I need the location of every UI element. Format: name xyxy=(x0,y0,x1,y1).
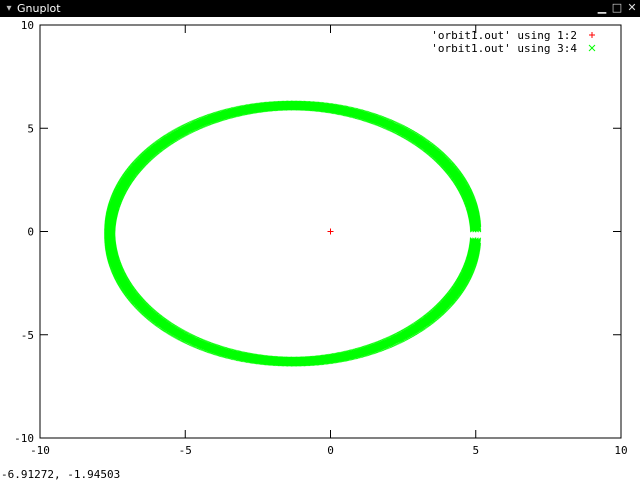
y-tick-label: -10 xyxy=(14,432,34,445)
chevron-down-icon: ▾ xyxy=(6,3,11,14)
window-menu-button[interactable]: ▾ xyxy=(3,2,15,14)
plot-svg: -10-50510-10-50510 'orbit1.out' using 1:… xyxy=(0,17,640,484)
gnuplot-window: ▾ Gnuplot ▁ □ ✕ -10-50510-10-50510 'orbi… xyxy=(0,0,640,484)
x-tick-label: 5 xyxy=(472,444,479,457)
close-button[interactable]: ✕ xyxy=(626,2,638,14)
maximize-icon: □ xyxy=(612,2,622,14)
x-tick-label: -5 xyxy=(179,444,192,457)
title-bar: ▾ Gnuplot ▁ □ ✕ xyxy=(0,0,640,17)
window-title: Gnuplot xyxy=(17,1,61,16)
plot-canvas[interactable]: -10-50510-10-50510 'orbit1.out' using 1:… xyxy=(0,17,640,484)
series1-point xyxy=(328,229,334,235)
y-tick-label: -5 xyxy=(21,329,34,342)
x-tick-label: 0 xyxy=(327,444,334,457)
minimize-icon: ▁ xyxy=(598,2,606,14)
series2-orbit xyxy=(104,101,481,366)
y-tick-label: 5 xyxy=(27,122,34,135)
x-tick-label: 10 xyxy=(614,444,627,457)
close-icon: ✕ xyxy=(627,2,636,14)
maximize-button[interactable]: □ xyxy=(611,2,623,14)
y-tick-label: 0 xyxy=(27,226,34,239)
x-tick-label: -10 xyxy=(30,444,50,457)
minimize-button[interactable]: ▁ xyxy=(596,2,608,14)
y-tick-label: 10 xyxy=(21,19,34,32)
